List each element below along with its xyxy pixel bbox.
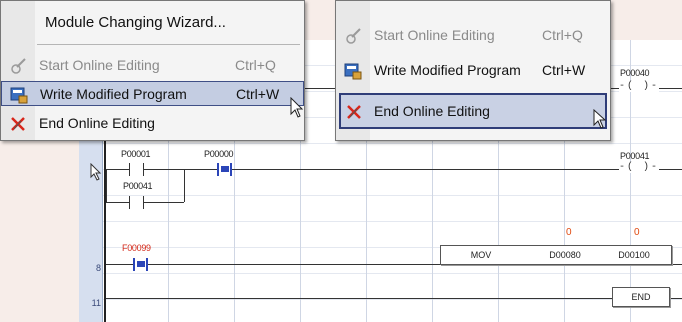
menu-item-module-changing-wizard[interactable]: Module Changing Wizard... (1, 10, 304, 35)
write-program-icon (10, 87, 28, 104)
rung-wire (106, 298, 682, 299)
menu-item-shortcut: Ctrl+Q (542, 27, 583, 43)
menu-item-start-online-editing[interactable]: Start Online Editing Ctrl+Q (1, 53, 304, 78)
operand-destination: D00100 (618, 250, 650, 260)
mouse-cursor-icon (290, 97, 304, 118)
menu-separator (37, 44, 300, 45)
monitor-value: 0 (634, 227, 640, 238)
menu-item-write-modified-program[interactable]: Write Modified Program Ctrl+W (336, 58, 610, 83)
end-edit-icon (347, 105, 361, 119)
menu-item-label: Write Modified Program (374, 62, 521, 78)
line-number: 11 (91, 298, 101, 308)
menu-item-shortcut: Ctrl+W (542, 62, 586, 78)
end-edit-icon (11, 117, 25, 131)
rung-wire (106, 169, 682, 170)
contact-p00000[interactable] (217, 163, 232, 176)
menu-item-label: Start Online Editing (374, 27, 495, 43)
menu-item-shortcut: Ctrl+Q (235, 57, 276, 73)
end-instruction-box[interactable]: END (612, 287, 670, 307)
contact-label: P00000 (204, 149, 234, 159)
menu-item-write-modified-program[interactable]: Write Modified Program Ctrl+W (1, 81, 304, 106)
line-number: 8 (95, 263, 101, 273)
menu-item-end-online-editing[interactable]: End Online Editing (1, 111, 304, 136)
menu-item-label: End Online Editing (39, 115, 155, 131)
menu-item-end-online-editing[interactable]: End Online Editing (339, 93, 607, 129)
pencil-gear-icon (11, 58, 26, 74)
contact-p00041[interactable] (129, 196, 144, 209)
contact-label: P00001 (121, 149, 151, 159)
contact-f00099[interactable] (133, 258, 148, 271)
mouse-cursor-icon (90, 163, 102, 181)
branch-wire (106, 202, 184, 203)
coil-label: P00040 (620, 68, 650, 78)
menu-item-label: Start Online Editing (39, 57, 160, 73)
menu-item-label: Write Modified Program (40, 86, 187, 102)
write-program-icon (344, 63, 362, 80)
contact-label: F00099 (122, 243, 151, 253)
pencil-gear-icon (346, 28, 361, 44)
monitor-value: 0 (566, 227, 572, 238)
branch-wire (106, 169, 107, 202)
end-label: END (631, 292, 651, 302)
operand-source: D00080 (549, 250, 581, 260)
branch-wire (184, 169, 185, 202)
online-menu-left: Module Changing Wizard... Start Online E… (0, 0, 305, 141)
mov-instruction-box[interactable]: MOV D00080 D00100 (440, 245, 672, 265)
menu-item-shortcut: Ctrl+W (236, 86, 280, 102)
mouse-cursor-icon (593, 109, 607, 129)
output-coil[interactable]: -( )- (619, 162, 660, 173)
online-menu-right: Start Online Editing Ctrl+Q Write Modifi… (335, 0, 611, 141)
menu-item-start-online-editing[interactable]: Start Online Editing Ctrl+Q (336, 23, 610, 48)
coil-label: P00041 (620, 151, 650, 161)
contact-label: P00041 (123, 181, 153, 191)
output-coil[interactable]: -( )- (619, 81, 660, 92)
menu-item-label: End Online Editing (374, 103, 490, 119)
contact-p00001[interactable] (129, 163, 144, 176)
menu-item-label: Module Changing Wizard... (45, 14, 226, 31)
instruction-name: MOV (470, 250, 492, 260)
